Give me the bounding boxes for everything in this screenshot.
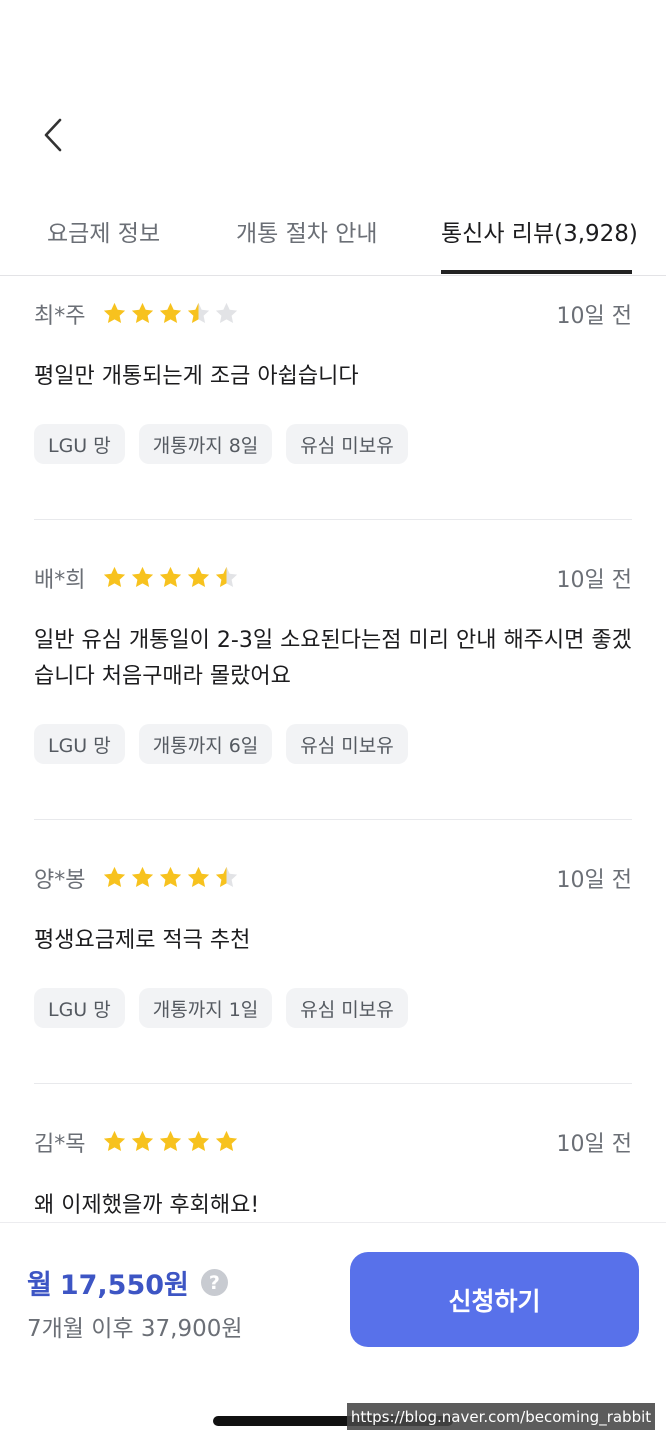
star-icon — [187, 566, 210, 588]
review-item: 배*희 10일 전 일반 유심 개통일이 2-3일 소요된다는점 미리 안내 해… — [34, 562, 632, 764]
tab-activation-guide[interactable]: 개통 절차 안내 — [236, 214, 378, 248]
review-item: 최*주 10일 전 평일만 개통되는게 조금 아쉽습니다 LGU 망 개통까지 … — [34, 298, 632, 464]
back-button[interactable] — [38, 112, 78, 158]
star-icon — [187, 1130, 210, 1152]
star-icon — [103, 566, 126, 588]
reviewer-name: 배*희 — [34, 568, 86, 593]
star-icon — [103, 302, 126, 324]
star-icon — [131, 302, 154, 324]
star-icon — [215, 1130, 238, 1152]
review-tags: LGU 망 개통까지 8일 유심 미보유 — [34, 424, 408, 464]
divider — [34, 519, 632, 520]
tag-network: LGU 망 — [34, 724, 125, 764]
review-text: 왜 이제했을까 후회해요! — [34, 1193, 260, 1218]
review-date: 10일 전 — [556, 568, 632, 593]
review-item: 김*목 10일 전 왜 이제했을까 후회해요! — [34, 1126, 632, 1218]
rating-stars — [102, 565, 239, 591]
tag-usim: 유심 미보유 — [286, 724, 408, 764]
rating-stars — [102, 301, 239, 327]
watermark: https://blog.naver.com/becoming_rabbit — [347, 1403, 655, 1430]
star-icon — [159, 1130, 182, 1152]
review-text: 평일만 개통되는게 조금 아쉽습니다 — [34, 364, 359, 389]
review-date: 10일 전 — [556, 1132, 632, 1157]
tab-carrier-reviews[interactable]: 통신사 리뷰(3,928) — [441, 214, 638, 248]
star-icon — [215, 566, 238, 588]
tag-usim: 유심 미보유 — [286, 988, 408, 1028]
reviewer-name: 최*주 — [34, 304, 86, 329]
star-icon — [215, 866, 238, 888]
star-icon — [103, 866, 126, 888]
chevron-left-icon — [44, 118, 62, 152]
star-icon — [187, 302, 210, 324]
tag-usim: 유심 미보유 — [286, 424, 408, 464]
star-icon — [215, 302, 238, 324]
tag-activation-days: 개통까지 8일 — [138, 424, 273, 464]
price-after-promo: 7개월 이후 37,900원 — [27, 1316, 243, 1342]
review-date: 10일 전 — [556, 304, 632, 329]
review-text: 일반 유심 개통일이 2-3일 소요된다는점 미리 안내 해주시면 좋겠습니다 … — [34, 628, 632, 689]
star-icon — [103, 1130, 126, 1152]
monthly-price: 월 17,550원 ? — [27, 1263, 228, 1302]
star-icon — [131, 566, 154, 588]
tab-bar: 요금제 정보 개통 절차 안내 통신사 리뷰(3,928) — [0, 200, 666, 276]
divider — [34, 819, 632, 820]
apply-button[interactable]: 신청하기 — [350, 1252, 639, 1347]
divider — [34, 1083, 632, 1084]
review-text: 평생요금제로 적극 추천 — [34, 928, 251, 953]
tag-activation-days: 개통까지 6일 — [138, 724, 273, 764]
star-icon — [159, 566, 182, 588]
tab-plan-info[interactable]: 요금제 정보 — [47, 214, 160, 248]
review-item: 양*봉 10일 전 평생요금제로 적극 추천 LGU 망 개통까지 1일 유심 … — [34, 862, 632, 1028]
question-circle-icon[interactable]: ? — [200, 1269, 228, 1296]
reviewer-name: 김*목 — [34, 1132, 86, 1157]
price-value: 17,550원 — [59, 1270, 189, 1301]
tag-network: LGU 망 — [34, 988, 125, 1028]
rating-stars — [102, 865, 239, 891]
star-icon — [131, 866, 154, 888]
star-icon — [131, 1130, 154, 1152]
review-date: 10일 전 — [556, 868, 632, 893]
reviewer-name: 양*봉 — [34, 868, 86, 893]
review-tags: LGU 망 개통까지 1일 유심 미보유 — [34, 988, 408, 1028]
star-icon — [187, 866, 210, 888]
tag-network: LGU 망 — [34, 424, 125, 464]
price-prefix: 월 — [27, 1270, 52, 1301]
tag-activation-days: 개통까지 1일 — [138, 988, 273, 1028]
rating-stars — [102, 1129, 239, 1155]
star-icon — [159, 866, 182, 888]
star-icon — [159, 302, 182, 324]
review-tags: LGU 망 개통까지 6일 유심 미보유 — [34, 724, 408, 764]
active-tab-indicator — [441, 270, 632, 274]
